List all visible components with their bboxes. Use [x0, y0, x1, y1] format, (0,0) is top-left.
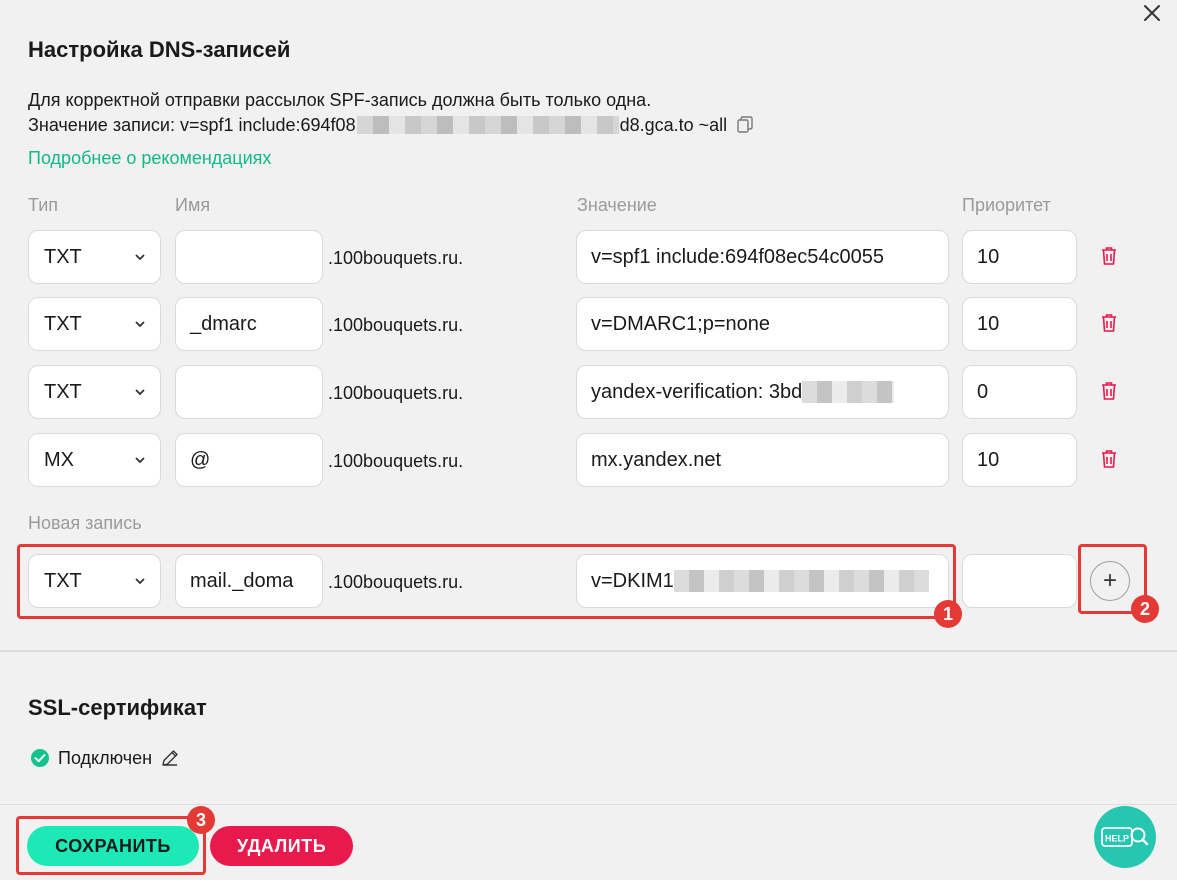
trash-icon: [1102, 382, 1116, 400]
record-name-input[interactable]: _dmarc: [175, 297, 323, 351]
annotation-badge-1: 1: [934, 600, 962, 628]
column-header-value: Значение: [577, 195, 657, 215]
column-header-type: Тип: [28, 195, 59, 215]
chevron-down-icon: [135, 321, 145, 328]
record-value-input[interactable]: v=spf1 include:694f08ec54c0055: [576, 230, 949, 284]
trash-icon: [1102, 450, 1116, 468]
record-type-value: MX: [44, 448, 74, 471]
record-type-select[interactable]: TXT: [28, 230, 161, 284]
pencil-icon: [162, 750, 178, 766]
record-type-value: TXT: [44, 380, 82, 403]
record-priority-input[interactable]: 0: [962, 365, 1077, 419]
spf-description: Для корректной отправки рассылок SPF-зап…: [28, 90, 652, 110]
record-domain: .100bouquets.ru.: [328, 383, 464, 403]
annotation-box-3: [16, 816, 206, 875]
redacted-block: [356, 116, 619, 134]
delete-button[interactable]: УДАЛИТЬ: [210, 826, 353, 866]
ssl-status-text: Подключен: [58, 748, 153, 768]
footer-divider: [0, 804, 1177, 805]
page-title: Настройка DNS-записей: [28, 37, 291, 62]
edit-ssl-button[interactable]: [160, 748, 180, 768]
spf-record-value: Значение записи: v=spf1 include:694f08 d…: [28, 113, 753, 137]
record-priority-input[interactable]: 10: [962, 230, 1077, 284]
record-priority-input[interactable]: 10: [962, 433, 1077, 487]
annotation-box-1: [17, 544, 956, 619]
column-header-name: Имя: [175, 195, 211, 215]
delete-record-button[interactable]: [1100, 313, 1118, 338]
annotation-badge-3: 3: [187, 806, 215, 834]
spf-record-value-suffix: d8.gca.to ~all: [619, 115, 728, 135]
record-type-select[interactable]: TXT: [28, 297, 161, 351]
check-circle-icon: [30, 748, 50, 768]
delete-record-button[interactable]: [1100, 449, 1118, 474]
record-value-text: yandex-verification: 3bd: [591, 380, 803, 403]
record-domain: .100bouquets.ru.: [328, 315, 464, 335]
record-type-value: TXT: [44, 312, 82, 335]
section-divider: [0, 650, 1177, 652]
record-name-input[interactable]: [175, 365, 323, 419]
record-type-value: TXT: [44, 245, 82, 268]
help-label: HELP: [1105, 834, 1129, 844]
record-type-select[interactable]: TXT: [28, 365, 161, 419]
delete-record-button[interactable]: [1100, 381, 1118, 406]
record-name-input[interactable]: @: [175, 433, 323, 487]
redacted-block: [802, 381, 895, 403]
record-value-input[interactable]: mx.yandex.net: [576, 433, 949, 487]
spf-record-value-prefix: Значение записи: v=spf1 include:694f08: [28, 115, 356, 135]
new-record-priority-input[interactable]: [962, 554, 1077, 608]
record-type-select[interactable]: MX: [28, 433, 161, 487]
trash-icon: [1102, 247, 1116, 265]
help-search-icon: HELP: [1101, 827, 1149, 847]
new-record-label: Новая запись: [28, 513, 142, 533]
ssl-title: SSL-сертификат: [28, 695, 207, 720]
record-value-input[interactable]: v=DMARC1;p=none: [576, 297, 949, 351]
chevron-down-icon: [135, 254, 145, 261]
record-name-input[interactable]: [175, 230, 323, 284]
details-link[interactable]: Подробнее о рекомендациях: [28, 146, 271, 170]
column-header-priority: Приоритет: [962, 195, 1051, 215]
chevron-down-icon: [135, 457, 145, 464]
copy-icon[interactable]: [737, 116, 753, 134]
record-domain: .100bouquets.ru.: [328, 451, 464, 471]
chevron-down-icon: [135, 389, 145, 396]
close-button[interactable]: [1138, 0, 1166, 26]
record-priority-input[interactable]: 10: [962, 297, 1077, 351]
record-domain: .100bouquets.ru.: [328, 248, 464, 268]
help-button[interactable]: HELP: [1094, 806, 1156, 868]
annotation-badge-2: 2: [1131, 595, 1159, 623]
delete-record-button[interactable]: [1100, 246, 1118, 271]
ssl-status: Подключен: [30, 746, 180, 770]
close-icon: [1144, 5, 1160, 21]
trash-icon: [1102, 314, 1116, 332]
record-value-input[interactable]: yandex-verification: 3bd: [576, 365, 949, 419]
